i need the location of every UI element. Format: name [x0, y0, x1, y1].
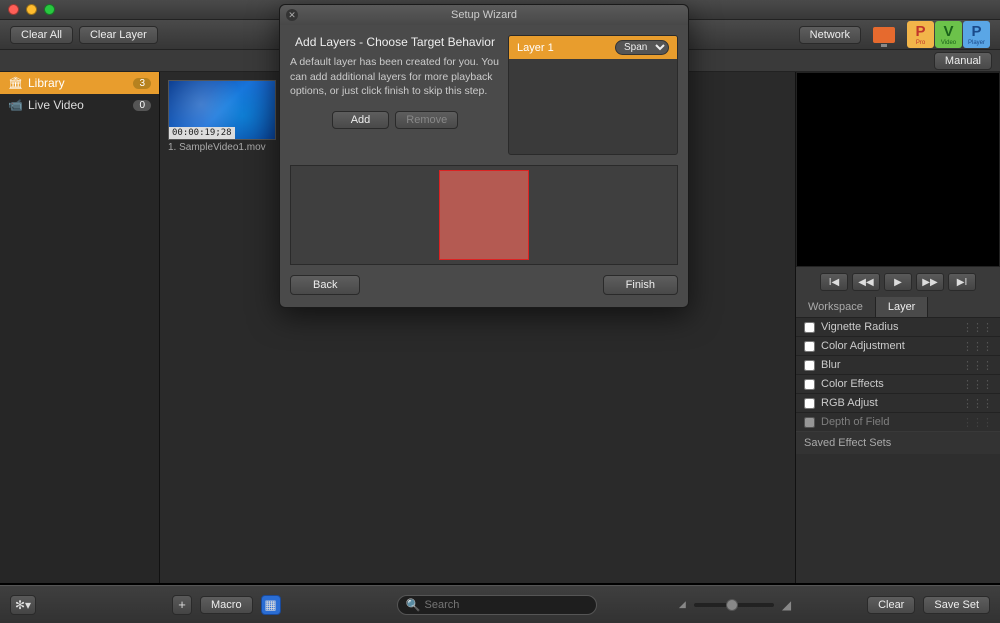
effect-checkbox[interactable] — [804, 322, 815, 333]
layout-toggle-button[interactable]: ▦ — [261, 595, 281, 615]
tab-workspace[interactable]: Workspace — [796, 297, 876, 317]
layer-mode-select[interactable]: Span — [615, 40, 669, 55]
target-area[interactable] — [439, 170, 529, 260]
setup-wizard-dialog: ✕ Setup Wizard Add Layers - Choose Targe… — [279, 4, 689, 308]
fast-forward-button[interactable]: ▶▶ — [916, 273, 944, 291]
inspector-tabs: Workspace Layer — [796, 297, 1000, 318]
zoom-slider[interactable] — [694, 603, 774, 607]
play-button[interactable]: ▶ — [884, 273, 912, 291]
media-thumbnail[interactable]: 00:00:19;28 1. SampleVideo1.mov — [168, 80, 276, 155]
slider-knob[interactable] — [726, 599, 738, 611]
sidebar-item-count: 0 — [133, 100, 151, 111]
layer-list: Layer 1 Span — [508, 35, 678, 155]
drag-handle-icon[interactable]: ⋮⋮⋮ — [962, 359, 992, 372]
effect-row[interactable]: Color Adjustment⋮⋮⋮ — [796, 337, 1000, 356]
bottom-toolbar: ✻▾ + Macro ▦ 🔍 ◢ ◢ Clear Save Set — [0, 585, 1000, 623]
window-minimize-button[interactable] — [26, 4, 37, 15]
layer-row[interactable]: Layer 1 Span — [509, 36, 677, 59]
dialog-titlebar: ✕ Setup Wizard — [280, 5, 688, 25]
effect-row[interactable]: Vignette Radius⋮⋮⋮ — [796, 318, 1000, 337]
go-to-start-button[interactable]: I◀ — [820, 273, 848, 291]
add-layer-button[interactable]: Add — [332, 111, 390, 129]
effect-checkbox[interactable] — [804, 360, 815, 371]
layer-name: Layer 1 — [517, 42, 554, 54]
tab-layer[interactable]: Layer — [876, 297, 929, 317]
target-canvas — [290, 165, 678, 265]
macro-button[interactable]: Macro — [200, 596, 253, 614]
window-close-button[interactable] — [8, 4, 19, 15]
manual-button[interactable]: Manual — [934, 52, 992, 70]
effect-row[interactable]: Blur⋮⋮⋮ — [796, 356, 1000, 375]
preview-viewport — [796, 72, 1000, 267]
sidebar-item-label: Library — [28, 76, 65, 90]
window-maximize-button[interactable] — [44, 4, 55, 15]
add-button[interactable]: + — [172, 595, 192, 615]
wizard-description: A default layer has been created for you… — [290, 55, 500, 99]
effect-row[interactable]: RGB Adjust⋮⋮⋮ — [796, 394, 1000, 413]
app-brand: PPro VVideo PPlayer — [907, 21, 990, 48]
search-input[interactable] — [425, 599, 588, 611]
source-sidebar: 🏛 Library 3 📹 Live Video 0 — [0, 72, 160, 583]
finish-button[interactable]: Finish — [603, 275, 678, 295]
sidebar-item-count: 3 — [133, 78, 151, 89]
sidebar-item-live-video[interactable]: 📹 Live Video 0 — [0, 94, 159, 116]
thumbnail-timecode: 00:00:19;28 — [169, 127, 235, 139]
clear-all-button[interactable]: Clear All — [10, 26, 73, 44]
dialog-close-button[interactable]: ✕ — [286, 9, 298, 21]
drag-handle-icon[interactable]: ⋮⋮⋮ — [962, 340, 992, 353]
camera-icon: 📹 — [8, 98, 22, 112]
rewind-button[interactable]: ◀◀ — [852, 273, 880, 291]
dialog-title: Setup Wizard — [451, 9, 517, 21]
drag-handle-icon[interactable]: ⋮⋮⋮ — [962, 397, 992, 410]
settings-gear-button[interactable]: ✻▾ — [10, 595, 36, 615]
clear-layer-button[interactable]: Clear Layer — [79, 26, 158, 44]
effect-row[interactable]: Depth of Field⋮⋮⋮ — [796, 413, 1000, 432]
go-to-end-button[interactable]: ▶I — [948, 273, 976, 291]
zoom-out-icon[interactable]: ◢ — [679, 599, 686, 610]
library-icon: 🏛 — [8, 76, 22, 90]
thumbnail-label: 1. SampleVideo1.mov — [168, 140, 276, 155]
effect-checkbox[interactable] — [804, 417, 815, 428]
output-display-icon[interactable] — [873, 27, 895, 43]
effect-row[interactable]: Color Effects⋮⋮⋮ — [796, 375, 1000, 394]
thumbnail-image: 00:00:19;28 — [168, 80, 276, 140]
drag-handle-icon[interactable]: ⋮⋮⋮ — [962, 321, 992, 334]
drag-handle-icon[interactable]: ⋮⋮⋮ — [962, 416, 992, 429]
drag-handle-icon[interactable]: ⋮⋮⋮ — [962, 378, 992, 391]
transport-controls: I◀ ◀◀ ▶ ▶▶ ▶I — [796, 267, 1000, 297]
saved-effect-sets-heading: Saved Effect Sets — [796, 432, 1000, 454]
wizard-heading: Add Layers - Choose Target Behavior — [290, 35, 500, 49]
network-button[interactable]: Network — [799, 26, 861, 44]
remove-layer-button[interactable]: Remove — [395, 111, 458, 129]
search-field[interactable]: 🔍 — [397, 595, 597, 615]
zoom-in-icon[interactable]: ◢ — [782, 598, 791, 612]
clear-button[interactable]: Clear — [867, 596, 915, 614]
effects-list: Vignette Radius⋮⋮⋮ Color Adjustment⋮⋮⋮ B… — [796, 318, 1000, 583]
search-icon: 🔍 — [406, 598, 421, 612]
inspector-panel: I◀ ◀◀ ▶ ▶▶ ▶I Workspace Layer Vignette R… — [795, 72, 1000, 583]
effect-checkbox[interactable] — [804, 398, 815, 409]
save-set-button[interactable]: Save Set — [923, 596, 990, 614]
sidebar-item-library[interactable]: 🏛 Library 3 — [0, 72, 159, 94]
effect-checkbox[interactable] — [804, 341, 815, 352]
effect-checkbox[interactable] — [804, 379, 815, 390]
sidebar-item-label: Live Video — [28, 98, 84, 112]
back-button[interactable]: Back — [290, 275, 360, 295]
